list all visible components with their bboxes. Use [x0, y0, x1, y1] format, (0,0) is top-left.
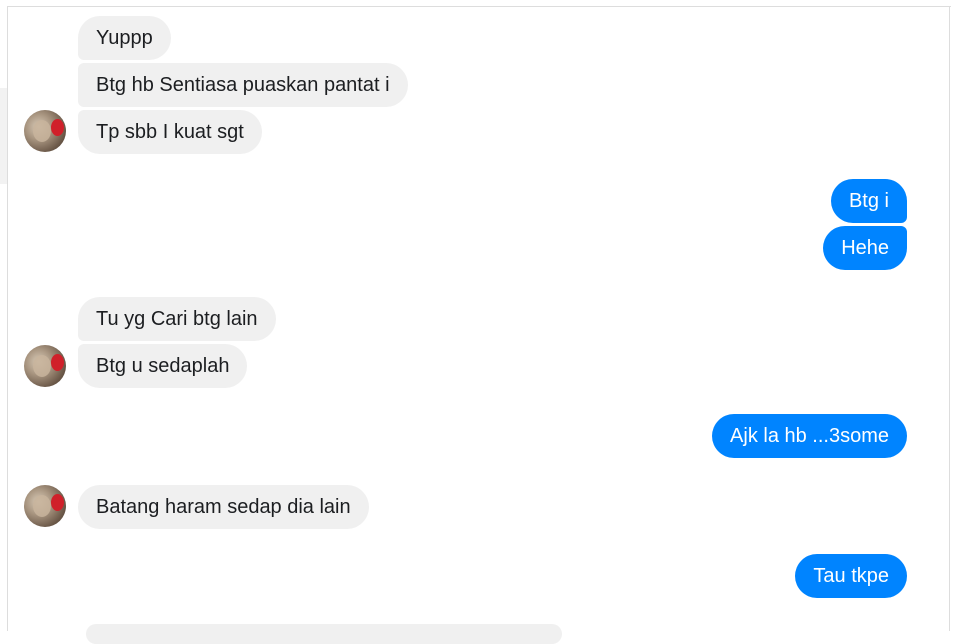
- contact-avatar[interactable]: [24, 485, 66, 527]
- message-bubble-outgoing[interactable]: Btg i: [830, 179, 907, 223]
- message-bubble-incoming[interactable]: Yuppp: [78, 16, 171, 60]
- avatar-face: [33, 495, 51, 517]
- avatar-face: [33, 355, 51, 377]
- contact-avatar[interactable]: [24, 110, 66, 152]
- message-bubble-outgoing[interactable]: Tau tkpe: [795, 554, 907, 598]
- avatar-face: [33, 120, 51, 142]
- top-divider: [7, 6, 951, 7]
- message-bubble-outgoing[interactable]: Ajk la hb ...3some: [712, 414, 907, 458]
- avatar-red-detail: [51, 119, 64, 136]
- message-bubble-incoming[interactable]: Tp sbb I kuat sgt: [78, 110, 262, 154]
- avatar-red-detail: [51, 354, 64, 371]
- message-bubble-incoming[interactable]: Btg hb Sentiasa puaskan pantat i: [78, 63, 408, 107]
- contact-avatar[interactable]: [24, 345, 66, 387]
- chat-window: Yuppp Btg hb Sentiasa puaskan pantat i T…: [0, 0, 954, 644]
- message-bubble-incoming[interactable]: Batang haram sedap dia lain: [78, 485, 369, 529]
- message-bubble-outgoing[interactable]: Hehe: [823, 226, 907, 270]
- message-bubble-partial[interactable]: [86, 624, 562, 644]
- side-panel-edge: [0, 88, 7, 184]
- left-divider: [7, 6, 8, 631]
- avatar-red-detail: [51, 494, 64, 511]
- message-bubble-incoming[interactable]: Tu yg Cari btg lain: [78, 297, 276, 341]
- message-bubble-incoming[interactable]: Btg u sedaplah: [78, 344, 248, 388]
- right-divider: [949, 6, 950, 631]
